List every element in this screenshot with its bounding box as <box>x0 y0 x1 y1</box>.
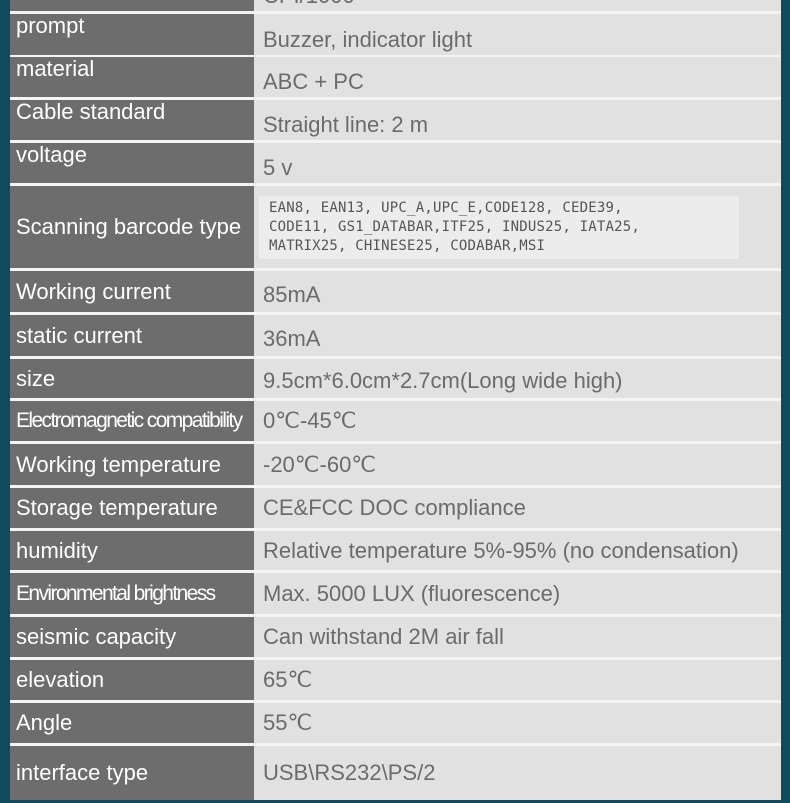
table-row: CPI/1000 <box>10 0 781 11</box>
spec-value-text: CPI/1000 <box>263 0 355 9</box>
spec-label-text: Working current <box>16 278 171 304</box>
spec-label-text: Working temperature <box>16 451 222 477</box>
spec-value: 36mA <box>254 315 781 356</box>
spec-label-text: Electromagnetic compatibility <box>16 409 243 432</box>
spec-label: voltage <box>10 143 254 183</box>
spec-value: EAN8, EAN13, UPC_A,UPC_E,CODE128, CEDE39… <box>254 186 781 268</box>
spec-value-text: 65℃ <box>263 667 313 692</box>
table-row: Scanning barcode type EAN8, EAN13, UPC_A,… <box>10 186 781 268</box>
spec-label-text: Storage temperature <box>16 495 218 520</box>
spec-value: Relative temperature 5%-95% (no condensa… <box>254 531 781 570</box>
spec-value-text: 9.5cm*6.0cm*2.7cm(Long wide high) <box>263 368 623 393</box>
table-row: material ABC + PC <box>10 57 781 97</box>
spec-value-text: CE&FCC DOC compliance <box>263 495 526 520</box>
spec-value-text: USB\RS232\PS/2 <box>263 760 436 785</box>
spec-value: Max. 5000 LUX (fluorescence) <box>254 573 781 614</box>
spec-label: humidity <box>10 531 254 570</box>
table-row: seismic capacity Can withstand 2M air fal… <box>10 617 781 657</box>
spec-label: prompt <box>10 14 254 55</box>
table-row: size 9.5cm*6.0cm*2.7cm(Long wide high) <box>10 359 781 398</box>
spec-label: Working temperature <box>10 444 254 485</box>
spec-label-text: Angle <box>16 710 73 735</box>
spec-value: ABC + PC <box>254 57 781 97</box>
spec-label-text: prompt <box>16 14 85 38</box>
spec-label: Electromagnetic compatibility <box>10 401 254 441</box>
spec-value: USB\RS232\PS/2 <box>254 746 781 800</box>
spec-value: CPI/1000 <box>254 0 781 11</box>
spec-label: Cable standard <box>10 100 254 140</box>
spec-label: Storage temperature <box>10 488 254 528</box>
table-row: Electromagnetic compatibility 0℃-45℃ <box>10 401 781 441</box>
table-row: Environmental brightness Max. 5000 LUX (f… <box>10 573 781 614</box>
spec-label-text: elevation <box>16 667 105 692</box>
table-row: voltage 5 v <box>10 143 781 183</box>
spec-value: -20℃-60℃ <box>254 444 781 485</box>
spec-label: Scanning barcode type <box>10 186 254 268</box>
table-row: interface type USB\RS232\PS/2 <box>10 746 781 800</box>
table-row: Storage temperature CE&FCC DOC compliance <box>10 488 781 528</box>
spec-value: 85mA <box>254 271 781 312</box>
spec-label-text: voltage <box>16 143 87 167</box>
spec-label <box>10 0 254 11</box>
spec-label: Angle <box>10 703 254 743</box>
table-row: elevation 65℃ <box>10 660 781 700</box>
spec-value-text: 85mA <box>263 282 321 307</box>
spec-value: Buzzer, indicator light <box>254 14 781 55</box>
spec-value-text: 5 v <box>263 155 293 180</box>
spec-label: static current <box>10 315 254 356</box>
spec-value-text: 0℃-45℃ <box>263 408 357 433</box>
spec-label-text: interface type <box>16 760 149 785</box>
spec-label-text: humidity <box>16 537 98 563</box>
table-row: prompt Buzzer, indicator light <box>10 14 781 55</box>
spec-label-text: Environmental brightness <box>16 581 216 605</box>
spec-value-text: Buzzer, indicator light <box>263 27 473 52</box>
spec-value-text: EAN8, EAN13, UPC_A,UPC_E,CODE128, CEDE39… <box>259 195 739 259</box>
spec-label-text: static current <box>16 322 142 348</box>
spec-label: Working current <box>10 271 254 312</box>
spec-label: elevation <box>10 660 254 700</box>
spec-label-text: size <box>16 365 56 391</box>
spec-value: 0℃-45℃ <box>254 401 781 441</box>
spec-label: interface type <box>10 746 254 800</box>
spec-table: CPI/1000 prompt Buzzer, indicator light mat… <box>10 0 781 800</box>
spec-value-text: 36mA <box>263 326 321 351</box>
spec-label: material <box>10 57 254 97</box>
spec-value-text: 55℃ <box>263 710 313 735</box>
spec-value: 5 v <box>254 143 781 183</box>
spec-label: size <box>10 359 254 398</box>
spec-value-text: Max. 5000 LUX (fluorescence) <box>263 580 561 606</box>
table-row: static current 36mA <box>10 315 781 356</box>
spec-value-text: Can withstand 2M air fall <box>263 624 504 649</box>
table-row: humidity Relative temperature 5%-95% (no … <box>10 531 781 570</box>
spec-value-text: ABC + PC <box>263 69 364 94</box>
spec-label-text: Cable standard <box>16 100 166 124</box>
spec-label: seismic capacity <box>10 617 254 657</box>
spec-value: Can withstand 2M air fall <box>254 617 781 657</box>
spec-label: Environmental brightness <box>10 573 254 614</box>
table-row: Working temperature -20℃-60℃ <box>10 444 781 485</box>
spec-label-text: Scanning barcode type <box>16 214 242 239</box>
spec-value: 9.5cm*6.0cm*2.7cm(Long wide high) <box>254 359 781 398</box>
spec-label-text: material <box>16 57 95 81</box>
table-row: Cable standard Straight line: 2 m <box>10 100 781 140</box>
spec-value-text: -20℃-60℃ <box>263 451 377 477</box>
spec-value: CE&FCC DOC compliance <box>254 488 781 528</box>
spec-value: 55℃ <box>254 703 781 743</box>
spec-label-text: seismic capacity <box>16 624 177 649</box>
table-row: Angle 55℃ <box>10 703 781 743</box>
spec-value-text: Straight line: 2 m <box>263 112 429 137</box>
spec-value: Straight line: 2 m <box>254 100 781 140</box>
spec-value: 65℃ <box>254 660 781 700</box>
table-row: Working current 85mA <box>10 271 781 312</box>
spec-value-text: Relative temperature 5%-95% (no condensa… <box>263 537 739 563</box>
